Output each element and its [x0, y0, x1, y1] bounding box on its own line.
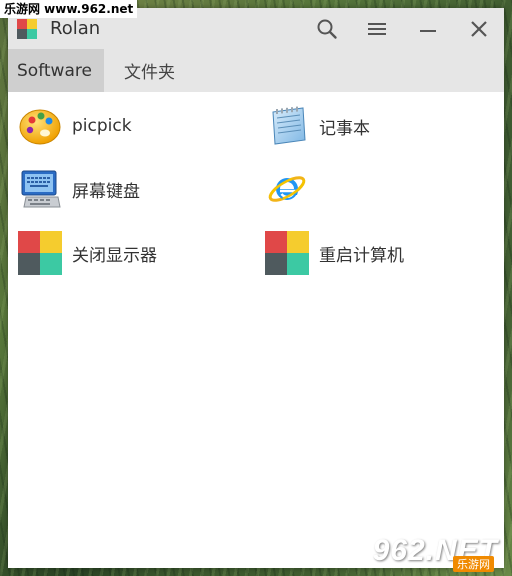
menu-button[interactable] — [360, 12, 394, 46]
minimize-button[interactable] — [411, 12, 445, 46]
rolan-tiles-icon — [18, 231, 62, 275]
search-icon — [317, 19, 337, 39]
rolan-tiles-icon — [265, 231, 309, 275]
site-watermark: 962.NET 乐游网 — [360, 528, 506, 572]
close-icon — [471, 21, 487, 37]
picpick-icon — [19, 109, 61, 145]
launcher-item-label: 重启计算机 — [319, 245, 404, 266]
tab-bar: Software 文件夹 — [8, 49, 504, 92]
launcher-grid: picpick 记事本 屏幕键盘 关闭显示器 重启计算机 — [8, 92, 504, 568]
notepad-icon — [272, 106, 306, 145]
tab-software[interactable]: Software — [8, 49, 104, 92]
launcher-item-label: 记事本 — [319, 118, 370, 139]
onscreen-keyboard-icon — [21, 170, 61, 208]
launcher-item-turn-off-display[interactable]: 关闭显示器 — [18, 229, 157, 277]
launcher-item-restart-computer[interactable]: 重启计算机 — [265, 229, 404, 277]
launcher-item-onscreen-keyboard[interactable]: 屏幕键盘 — [18, 165, 140, 213]
launcher-item-internet-explorer[interactable] — [265, 165, 319, 213]
site-badge: 乐游网 www.962.net — [0, 0, 138, 18]
launcher-item-label: picpick — [72, 116, 132, 136]
launcher-item-picpick[interactable]: picpick — [18, 102, 132, 150]
launcher-item-label: 关闭显示器 — [72, 245, 157, 266]
minimize-icon — [420, 30, 436, 32]
launcher-item-label: 屏幕键盘 — [72, 181, 140, 202]
close-button[interactable] — [462, 12, 496, 46]
search-button[interactable] — [310, 12, 344, 46]
tab-folders[interactable]: 文件夹 — [114, 49, 185, 92]
menu-icon — [368, 23, 386, 35]
window-title: Rolan — [50, 18, 101, 39]
launcher-item-notepad[interactable]: 记事本 — [265, 102, 370, 150]
watermark-sub: 乐游网 — [453, 556, 494, 572]
rolan-logo-icon — [17, 19, 37, 39]
internet-explorer-icon — [268, 176, 306, 202]
rolan-window: Rolan Software 文件夹 picpick 记事本 屏幕键盘 关闭显示… — [8, 8, 504, 568]
